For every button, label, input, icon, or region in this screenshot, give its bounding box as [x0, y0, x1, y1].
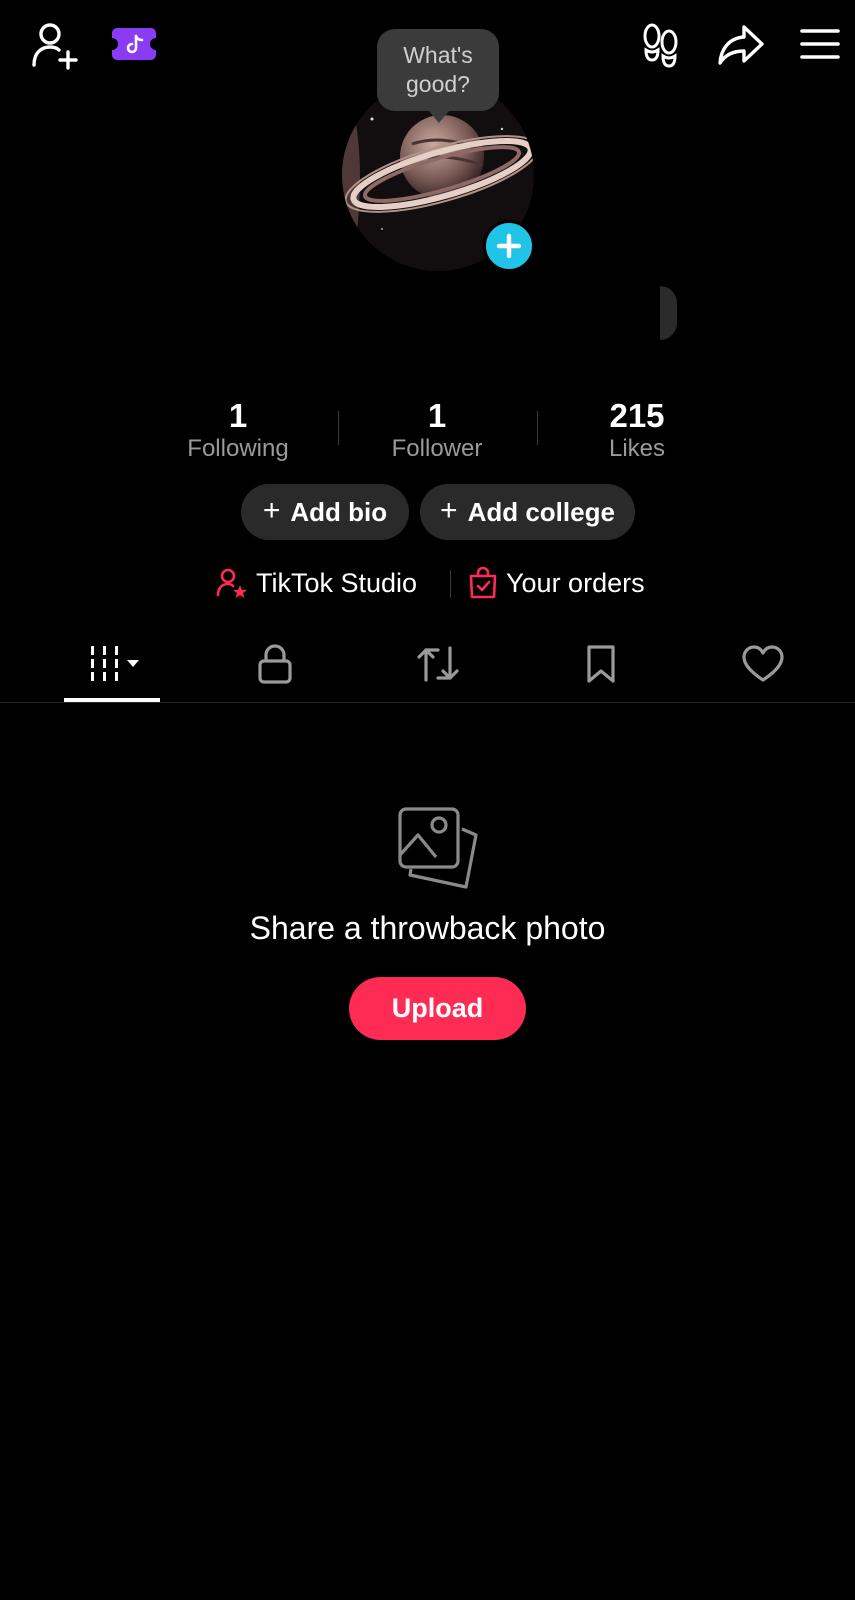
add-bio-button[interactable]: + Add bio: [241, 484, 409, 540]
tiktok-ticket-icon: [112, 28, 156, 60]
photos-icon: [398, 807, 478, 889]
status-bubble-line2: good?: [406, 71, 470, 97]
add-college-label: Add college: [467, 496, 615, 527]
link-divider: [450, 570, 451, 598]
add-friend-button[interactable]: [28, 18, 82, 72]
tab-liked[interactable]: [715, 640, 811, 688]
shopping-bag-icon: [469, 567, 497, 599]
profile-views-button[interactable]: [638, 20, 684, 70]
plus-icon: +: [262, 493, 281, 527]
stat-value: 1: [427, 397, 447, 434]
footprints-icon: [643, 23, 678, 68]
stat-following[interactable]: 1 Following: [168, 398, 308, 464]
stat-label: Following: [187, 435, 289, 462]
creator-star-icon: [216, 568, 247, 598]
tiktok-studio-label: TikTok Studio: [256, 567, 418, 598]
photos-icon-wrap: [396, 805, 480, 889]
repost-icon: [417, 646, 459, 682]
grid-bars-icon: [91, 646, 139, 681]
add-avatar-button[interactable]: [483, 220, 535, 272]
tiktok-studio-link[interactable]: TikTok Studio: [216, 563, 417, 603]
share-arrow-icon: [718, 25, 764, 65]
hamburger-menu-icon: [800, 29, 840, 59]
stat-divider: [537, 411, 538, 445]
heart-icon: [742, 645, 784, 682]
plus-icon: [496, 233, 522, 259]
add-bio-label: Add bio: [290, 496, 388, 527]
profile-page: What's good? 1 Following 1 Follower 215 …: [0, 0, 855, 1600]
side-pill: [660, 286, 677, 340]
upload-button[interactable]: Upload: [349, 977, 526, 1040]
menu-button[interactable]: [798, 24, 842, 64]
tab-favorites[interactable]: [553, 640, 649, 688]
tab-videos[interactable]: [64, 640, 160, 688]
status-bubble[interactable]: What's good?: [377, 29, 499, 123]
tabs-divider: [0, 702, 855, 703]
stat-likes[interactable]: 215 Likes: [567, 398, 707, 464]
your-orders-label: Your orders: [506, 567, 645, 598]
tiktok-ticket-button[interactable]: [111, 26, 157, 62]
stat-value: 1: [228, 397, 248, 434]
stat-divider: [338, 411, 339, 445]
empty-state-title: Share a throwback photo: [249, 910, 606, 946]
bookmark-icon: [587, 645, 615, 683]
your-orders-link[interactable]: Your orders: [468, 563, 645, 603]
stat-followers[interactable]: 1 Follower: [367, 398, 507, 464]
person-plus-icon: [32, 23, 78, 70]
share-profile-button[interactable]: [716, 20, 766, 70]
stat-value: 215: [609, 397, 665, 434]
status-bubble-line1: What's: [403, 42, 473, 68]
plus-icon: +: [440, 493, 458, 527]
tab-private[interactable]: [227, 640, 323, 688]
add-college-button[interactable]: + Add college: [420, 484, 635, 540]
lock-icon: [258, 644, 292, 684]
tab-reposts[interactable]: [390, 640, 486, 688]
stat-label: Likes: [608, 435, 666, 462]
stat-label: Follower: [391, 435, 483, 462]
